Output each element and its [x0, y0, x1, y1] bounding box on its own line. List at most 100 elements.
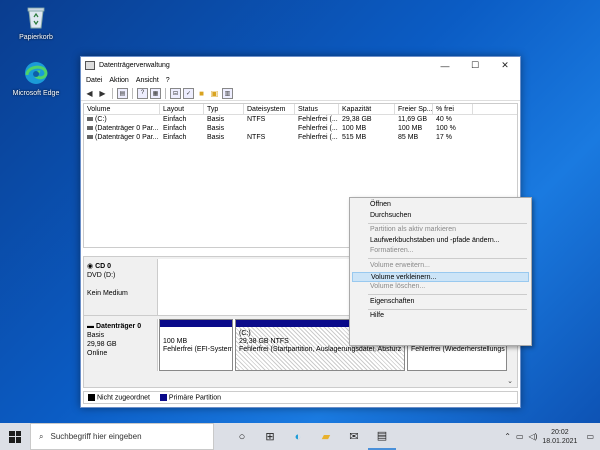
recycle-bin-icon — [27, 7, 45, 29]
menu-bar: Datei Aktion Ansicht ? — [81, 74, 520, 86]
column-header[interactable]: Status — [295, 104, 339, 114]
cell-status: Fehlerfrei (... — [298, 134, 338, 141]
cell-capacity: 29,38 GB — [342, 116, 372, 123]
disk-name: CD 0 — [95, 263, 112, 270]
network-icon[interactable]: ▭ — [516, 432, 524, 441]
cell-percent-free: 17 % — [436, 134, 452, 141]
menu-file[interactable]: Datei — [86, 77, 102, 84]
column-header[interactable]: Kapazität — [339, 104, 395, 114]
menu-item-open[interactable]: Öffnen — [352, 200, 529, 211]
legend-item: Primäre Partition — [159, 393, 222, 402]
hard-disk-icon: ▬ — [87, 323, 96, 330]
file-explorer-icon[interactable]: ▰ — [312, 423, 340, 450]
edge-taskbar-icon[interactable]: ◐ — [284, 423, 312, 450]
drive-icon — [87, 135, 93, 140]
volume-icon[interactable]: ◁) — [529, 432, 538, 441]
partition-efi[interactable]: 100 MB Fehlerfrei (EFI-System — [159, 319, 233, 371]
clock[interactable]: 20:02 18.01.2021 — [542, 428, 577, 446]
task-view-icon[interactable]: ○ — [228, 423, 256, 450]
system-tray: ⌃ ▭ ◁) 20:02 18.01.2021 ▭ — [504, 423, 600, 450]
cell-layout: Einfach — [163, 134, 187, 141]
clock-time: 20:02 — [551, 428, 569, 436]
connect-disk-icon[interactable]: ⊟ — [170, 87, 181, 99]
edge-icon — [25, 62, 48, 84]
toolbar-separator — [112, 87, 113, 99]
menu-item-properties[interactable]: Eigenschaften — [352, 297, 529, 308]
cell-layout: Einfach — [163, 125, 187, 132]
menu-help[interactable]: ? — [166, 77, 170, 84]
taskbar: ⌕ Suchbegriff hier eingeben ○ ⊞ ◐ ▰ ✉ ▤ … — [0, 423, 600, 450]
properties-icon[interactable]: ▦ — [150, 87, 161, 99]
column-header[interactable]: % frei — [433, 104, 473, 114]
new-item-icon[interactable]: ▣ — [209, 88, 220, 99]
start-button[interactable] — [0, 423, 30, 450]
cell-free: 100 MB — [398, 125, 423, 132]
table-row[interactable]: (Datenträger 0 Par... Einfach Basis Fehl… — [84, 124, 517, 133]
cell-free: 11,69 GB — [398, 116, 428, 123]
disk-management-taskbar-icon[interactable]: ▤ — [368, 423, 396, 450]
column-header[interactable]: Typ — [204, 104, 244, 114]
menu-item-change-drive-letter[interactable]: Laufwerkbuchstaben und -pfade ändern... — [352, 236, 529, 247]
disk-line: DVD (D:) — [87, 272, 116, 279]
menu-action[interactable]: Aktion — [109, 77, 128, 84]
table-row[interactable]: (C:) Einfach Basis NTFS Fehlerfrei (... … — [84, 115, 517, 124]
volume-list-header: Volume Layout Typ Dateisystem Status Kap… — [84, 104, 517, 115]
menu-item-format: Formatieren... — [370, 247, 414, 255]
widgets-icon[interactable]: ⊞ — [256, 423, 284, 450]
minimize-button[interactable]: — — [430, 57, 460, 74]
column-header[interactable]: Volume — [84, 104, 160, 114]
forward-arrow-icon[interactable]: ▶ — [97, 88, 108, 99]
disk-line: Online — [87, 350, 108, 357]
menu-item-help[interactable]: Hilfe — [352, 311, 529, 322]
cell-volume: (C:) — [95, 116, 107, 123]
legend-label: Primäre Partition — [168, 394, 222, 402]
cell-percent-free: 40 % — [436, 116, 452, 123]
taskbar-search-box[interactable]: ⌕ Suchbegriff hier eingeben — [30, 423, 214, 450]
cell-layout: Einfach — [163, 116, 187, 123]
disk-line: Basis — [87, 332, 105, 339]
show-hide-tree-icon[interactable]: ▤ — [117, 87, 128, 99]
menu-item-explore[interactable]: Durchsuchen — [352, 211, 529, 222]
column-header[interactable]: Dateisystem — [244, 104, 295, 114]
cell-capacity: 515 MB — [342, 134, 367, 141]
menu-item-delete-volume: Volume löschen... — [370, 283, 426, 291]
legend-swatch-unallocated — [88, 393, 95, 401]
legend-label: Nicht zugeordnet — [97, 394, 150, 402]
folder-icon[interactable]: ■ — [196, 88, 207, 99]
menu-separator — [368, 294, 527, 296]
title-bar[interactable]: Datenträgerverwaltung — ☐ ✕ — [81, 57, 520, 74]
window-title: Datenträgerverwaltung — [99, 62, 170, 69]
toolbar-separator — [165, 87, 166, 99]
cell-status: Fehlerfrei (... — [298, 125, 338, 132]
help-icon[interactable]: ? — [137, 87, 148, 99]
disk-management-app-icon — [85, 61, 95, 70]
menu-item-shrink-volume[interactable]: Volume verkleinern... — [352, 271, 529, 283]
desktop-icon-recycle-bin[interactable]: Papierkorb — [8, 4, 64, 41]
back-arrow-icon[interactable]: ◀ — [84, 88, 95, 99]
table-row[interactable]: (Datenträger 0 Par... Einfach Basis NTFS… — [84, 133, 517, 142]
maximize-button[interactable]: ☐ — [460, 57, 490, 74]
chevron-up-icon[interactable]: ⌃ — [504, 432, 511, 441]
cell-filesystem: NTFS — [247, 116, 266, 123]
column-header[interactable]: Layout — [160, 104, 204, 114]
disk-label: ▬ Datenträger 0 Basis 29,98 GB Online — [87, 322, 155, 358]
desktop-icon-edge[interactable]: Microsoft Edge — [8, 60, 64, 97]
cell-type: Basis — [207, 134, 225, 141]
partition-bar — [160, 320, 232, 327]
view-icon[interactable]: ▥ — [222, 87, 233, 99]
cell-filesystem — [244, 124, 295, 133]
windows-logo-icon — [9, 430, 21, 443]
scroll-down-icon[interactable]: ⌄ — [507, 377, 513, 385]
drive-icon — [87, 117, 93, 122]
menu-view[interactable]: Ansicht — [136, 77, 159, 84]
column-header[interactable]: Freier Sp... — [395, 104, 433, 114]
cell-volume: (Datenträger 0 Par... — [95, 125, 159, 132]
cd-icon: ◉ — [87, 263, 96, 270]
disk-name: Datenträger 0 — [95, 323, 142, 330]
mail-icon[interactable]: ✉ — [340, 423, 368, 450]
partition-line: Fehlerfrei (EFI-System — [163, 346, 232, 353]
toolbar: ◀ ▶ ▤ ? ▦ ⊟ ✓ ■ ▣ ▥ — [81, 86, 520, 101]
checklist-icon[interactable]: ✓ — [183, 87, 194, 99]
close-button[interactable]: ✕ — [490, 57, 520, 74]
notification-icon[interactable]: ▭ — [586, 432, 594, 441]
